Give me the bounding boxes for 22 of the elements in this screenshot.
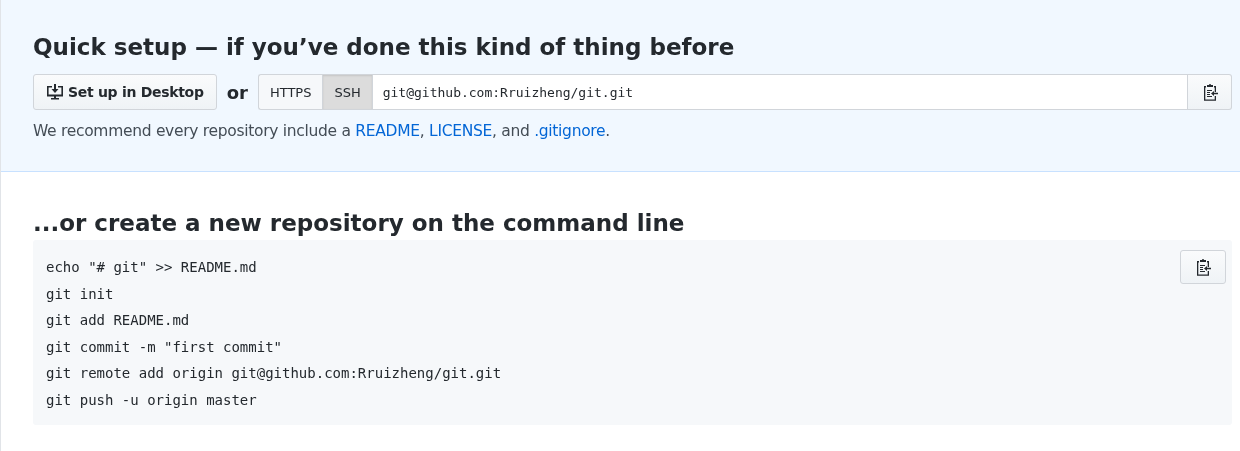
clipboard-icon	[1201, 83, 1218, 101]
protocol-tab[interactable]: SSH	[322, 74, 372, 110]
clipboard-icon	[1195, 258, 1211, 276]
clone-url-field[interactable]: git@github.com:Rruizheng/git.git	[371, 74, 1188, 110]
code-line: git commit -m "first commit"	[46, 337, 283, 357]
code-line: git add README.md	[46, 311, 191, 330]
copy-button[interactable]	[1180, 250, 1226, 284]
file-link[interactable]: .gitignore	[534, 122, 606, 140]
or-label: or	[226, 81, 248, 103]
protocol-tab[interactable]: HTTPS	[257, 74, 323, 110]
section-title: Quick setup — if you’ve done this kind of thing before	[33, 33, 736, 62]
file-link[interactable]: LICENSE	[429, 122, 492, 140]
desktop-download-icon	[46, 84, 64, 100]
code-line: git init	[46, 284, 115, 304]
file-link[interactable]: README	[355, 122, 420, 140]
section-title: ...or create a new repository on the command line	[33, 209, 686, 238]
setup-desktop-button[interactable]: Set up in Desktop	[33, 74, 217, 110]
copy-button[interactable]	[1188, 74, 1232, 110]
code-line: git remote add origin git@github.com:Rruizheng/git.git	[46, 364, 502, 383]
code-line: echo "# git" >> README.md	[46, 258, 258, 277]
code-line: git push -u origin master	[46, 390, 258, 410]
recommendation-text: We recommend every repository include a README, LICENSE, and .gitignore.	[33, 122, 611, 140]
